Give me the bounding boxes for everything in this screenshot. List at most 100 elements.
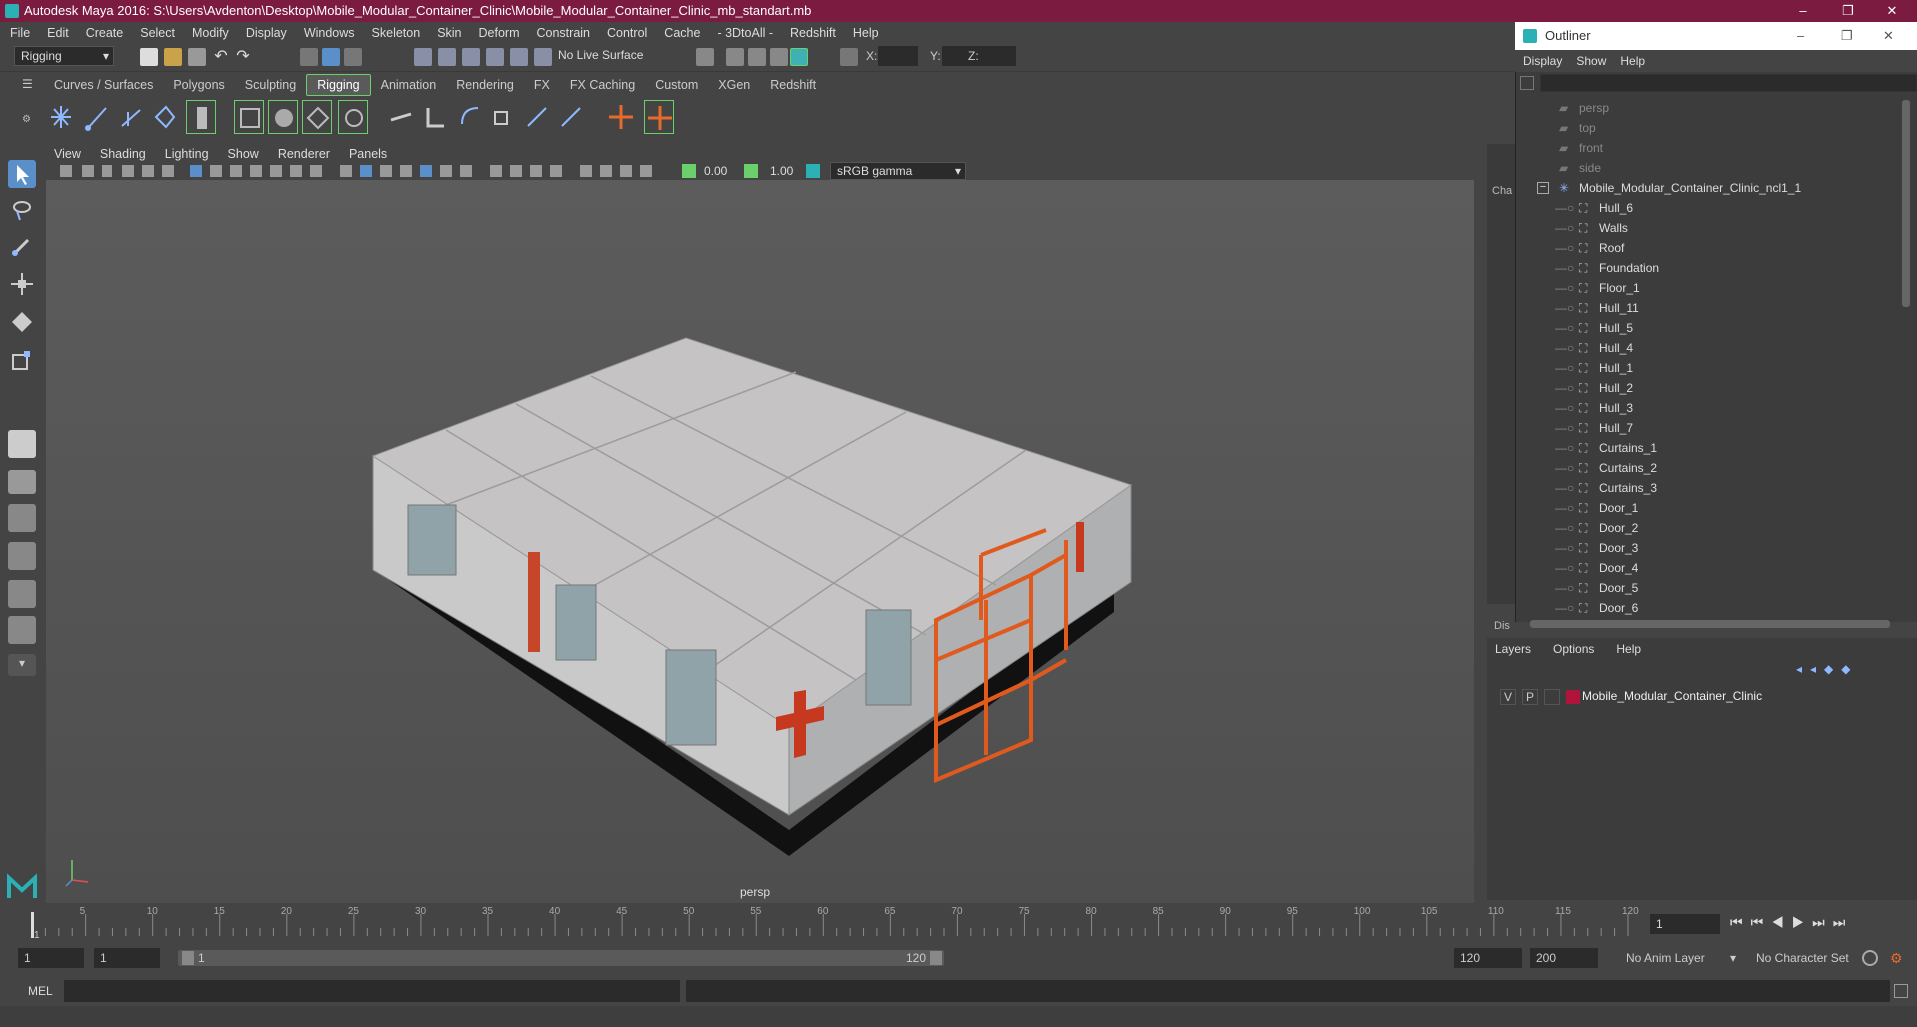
pole-vector-icon[interactable] (556, 100, 586, 134)
z-field[interactable] (980, 46, 1016, 66)
playback-controls[interactable]: ⏮⏮◀▶⏭⏭ (1730, 914, 1910, 934)
tab-animation[interactable]: Animation (371, 75, 447, 95)
open-scene-icon[interactable] (164, 48, 182, 66)
character-set-selector[interactable]: No Character Set (1748, 948, 1866, 968)
snap-curve-icon[interactable] (438, 48, 456, 66)
tab-polygons[interactable]: Polygons (163, 75, 234, 95)
viewport-menu-renderer[interactable]: Renderer (278, 147, 330, 161)
current-time-marker[interactable] (31, 912, 34, 938)
menu-select[interactable]: Select (140, 26, 175, 40)
ipr-render-icon[interactable] (726, 48, 744, 66)
snap-grid-icon[interactable] (414, 48, 432, 66)
shelf-options-icon[interactable]: ⚙ (22, 114, 32, 125)
viewport-toolbar-icons[interactable] (44, 162, 1476, 180)
auto-key-icon[interactable] (1862, 950, 1878, 966)
menu-edit[interactable]: Edit (47, 26, 69, 40)
skin-bind-icon[interactable] (186, 100, 216, 134)
tab-curves-surfaces[interactable]: Curves / Surfaces (44, 75, 163, 95)
rotate-tool-icon[interactable] (8, 308, 36, 336)
menu-redshift[interactable]: Redshift (790, 26, 836, 40)
layer-name[interactable]: Mobile_Modular_Container_Clinic (1582, 689, 1762, 703)
3d-viewport[interactable] (46, 180, 1474, 903)
layer-visibility-toggle[interactable]: V (1500, 689, 1516, 705)
viewport-menu-lighting[interactable]: Lighting (165, 147, 209, 161)
menu-control[interactable]: Control (607, 26, 647, 40)
menu-deform[interactable]: Deform (479, 26, 520, 40)
magnet-icon[interactable] (534, 48, 552, 66)
layers-menu-layers[interactable]: Layers (1495, 642, 1531, 656)
anim-layer-selector[interactable]: No Anim Layer ▾ (1618, 948, 1742, 968)
transform-mode-icon[interactable] (840, 48, 858, 66)
live-surface-field[interactable]: No Live Surface (552, 46, 648, 66)
select-tool-icon[interactable] (8, 160, 36, 188)
new-scene-icon[interactable] (140, 48, 158, 66)
mode-selector[interactable]: Rigging ▾ (14, 46, 114, 66)
minimize-button[interactable]: – (1783, 0, 1823, 22)
tab-xgen[interactable]: XGen (708, 75, 760, 95)
outliner-menu-show[interactable]: Show (1576, 54, 1606, 68)
menu-modify[interactable]: Modify (192, 26, 229, 40)
display-tab[interactable]: Dis (1494, 620, 1510, 632)
maximize-button[interactable]: ❐ (1828, 0, 1868, 22)
tab-rendering[interactable]: Rendering (446, 75, 524, 95)
joint-tool-icon[interactable] (46, 100, 76, 134)
menu-skin[interactable]: Skin (437, 26, 461, 40)
tab-redshift[interactable]: Redshift (760, 75, 826, 95)
smooth-bind-icon[interactable] (234, 100, 264, 134)
select-object-icon[interactable] (322, 48, 340, 66)
two-pane-layout-icon[interactable] (8, 504, 36, 532)
tab-fx[interactable]: FX (524, 75, 560, 95)
scene-start-field[interactable]: 1 (18, 948, 84, 968)
hypershade-icon[interactable] (770, 48, 788, 66)
point-constraint-icon[interactable] (386, 100, 416, 134)
parent-constraint-icon[interactable] (522, 100, 552, 134)
save-scene-icon[interactable] (188, 48, 206, 66)
preferences-icon[interactable]: ⚙ (1890, 950, 1908, 966)
x-field[interactable] (878, 46, 918, 66)
outliner-menu-display[interactable]: Display (1523, 54, 1562, 68)
tab-rigging[interactable]: Rigging (306, 74, 371, 96)
select-hierarchy-icon[interactable] (300, 48, 318, 66)
redo-icon[interactable]: ↷ (234, 48, 252, 66)
lattice-icon[interactable] (268, 100, 298, 134)
outliner-maximize-button[interactable]: ❐ (1841, 22, 1853, 50)
snap-point-icon[interactable] (462, 48, 480, 66)
ik-handle-icon[interactable] (82, 100, 112, 134)
menu-file[interactable]: File (10, 26, 30, 40)
shelf-menu-icon[interactable]: ☰ (22, 78, 34, 90)
handle-icon[interactable] (644, 100, 674, 134)
render-settings-icon[interactable] (748, 48, 766, 66)
scale-tool-icon[interactable] (8, 346, 36, 374)
select-component-icon[interactable] (344, 48, 362, 66)
orient-constraint-icon[interactable] (454, 100, 484, 134)
redshift-render-icon[interactable] (790, 48, 808, 66)
exposure-value[interactable]: 0.00 (704, 164, 727, 178)
layer-row[interactable]: V P Mobile_Modular_Container_Clinic (1490, 686, 1894, 708)
scale-constraint-icon[interactable] (488, 100, 518, 134)
menu-skeleton[interactable]: Skeleton (372, 26, 421, 40)
snap-view-icon[interactable] (486, 48, 504, 66)
tab-custom[interactable]: Custom (645, 75, 708, 95)
playback-range-slider[interactable]: 1 120 (178, 950, 944, 966)
layers-menu-options[interactable]: Options (1553, 642, 1594, 656)
layer-tool-icons[interactable]: ◂◂◆◆ (1796, 662, 1906, 678)
outliner-close-button[interactable]: ✕ (1883, 22, 1894, 50)
close-button[interactable]: ✕ (1872, 0, 1912, 22)
undo-icon[interactable]: ↶ (212, 48, 230, 66)
gamma-value[interactable]: 1.00 (770, 164, 793, 178)
menu-create[interactable]: Create (86, 26, 124, 40)
wire-icon[interactable] (338, 100, 368, 134)
menu-cache[interactable]: Cache (664, 26, 700, 40)
paint-select-icon[interactable] (8, 232, 36, 260)
bend-icon[interactable] (150, 100, 180, 134)
playback-end-field[interactable]: 120 (1454, 948, 1522, 968)
outliner-horizontal-scrollbar[interactable] (1530, 620, 1890, 628)
move-tool-icon[interactable] (8, 270, 36, 298)
range-start-handle[interactable] (182, 951, 194, 965)
viewport-menu-panels[interactable]: Panels (349, 147, 387, 161)
channel-box-tab[interactable]: Cha (1492, 185, 1512, 197)
four-pane-layout-icon[interactable] (8, 470, 36, 494)
menu-help[interactable]: Help (853, 26, 879, 40)
outliner-filter-icon[interactable] (1520, 76, 1534, 90)
viewport-menu-show[interactable]: Show (228, 147, 259, 161)
